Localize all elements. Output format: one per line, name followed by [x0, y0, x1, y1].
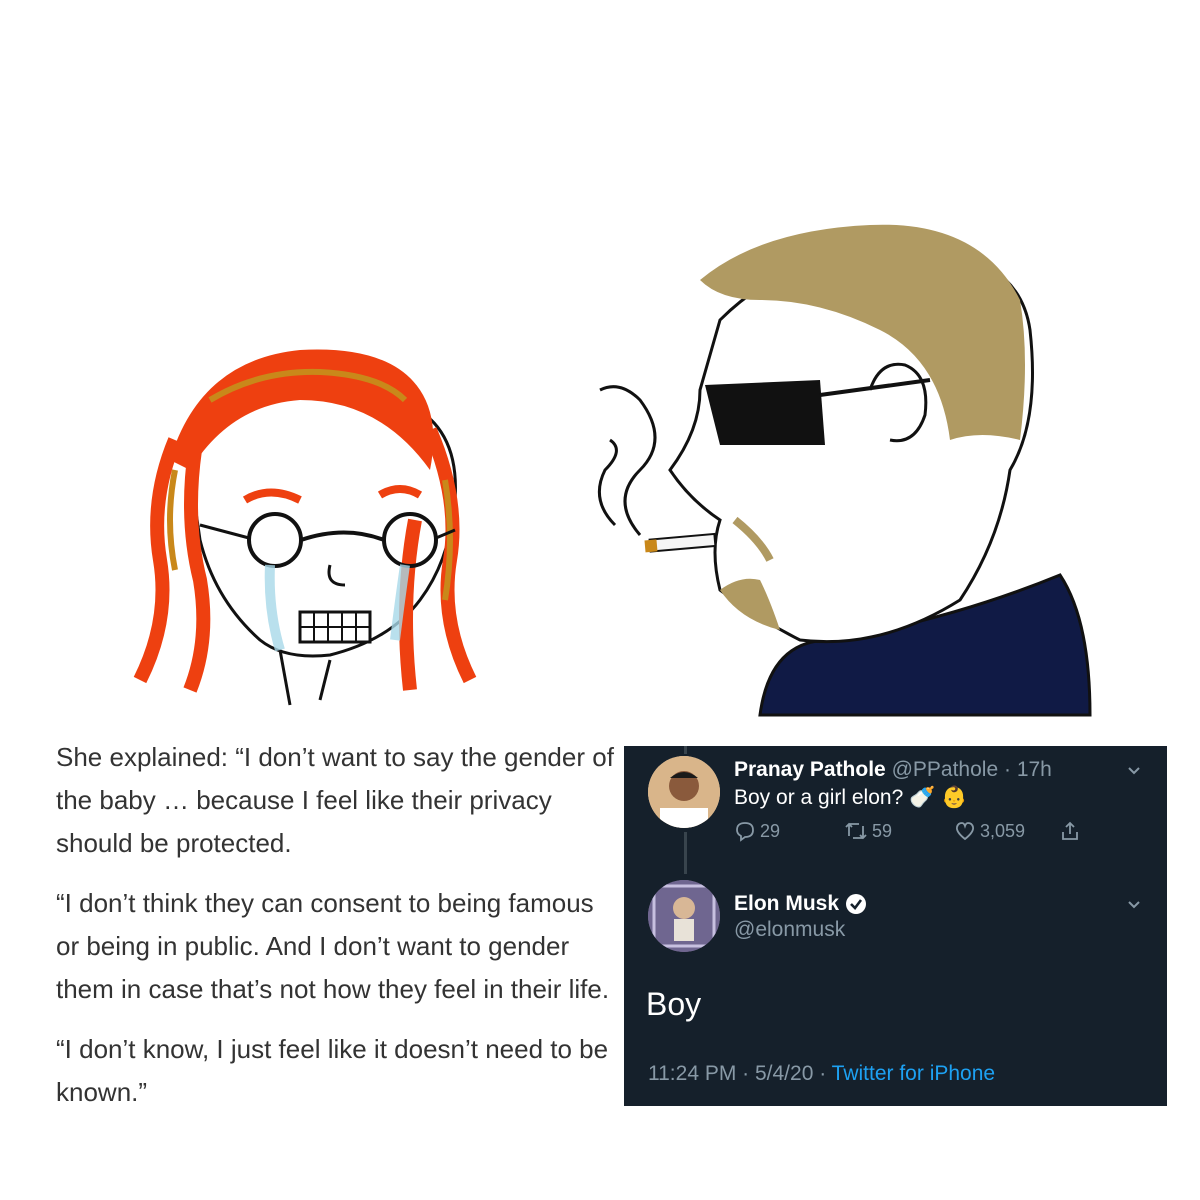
- heart-icon: [956, 822, 974, 841]
- like-button[interactable]: 3,059: [954, 820, 1025, 842]
- article-paragraph: “I don’t think they can consent to being…: [56, 888, 610, 1004]
- crying-character: [133, 349, 477, 706]
- reply-text: Boy or a girl elon? 🍼 👶: [734, 786, 967, 810]
- chevron-down-icon[interactable]: [1124, 760, 1144, 780]
- article-excerpt: She explained: “I don’t want to say the …: [56, 736, 616, 1131]
- reply-author[interactable]: Pranay Pathole @PPathole · 17h: [734, 758, 1052, 782]
- tweet-source-link[interactable]: Twitter for iPhone: [832, 1062, 995, 1085]
- avatar[interactable]: [648, 880, 720, 952]
- meme-illustration: [133, 224, 1092, 717]
- tweet-timestamp[interactable]: 11:24 PM · 5/4/20 ·: [648, 1062, 832, 1085]
- article-paragraph: She explained: “I don’t want to say the …: [56, 742, 614, 858]
- chevron-down-icon[interactable]: [1124, 894, 1144, 914]
- share-icon: [1062, 821, 1078, 840]
- retweet-icon: [845, 822, 867, 840]
- main-author-name[interactable]: Elon Musk: [734, 892, 839, 916]
- thread-line-top: [684, 746, 687, 754]
- avatar-image: [648, 880, 720, 952]
- chad-character: [597, 224, 1092, 717]
- avatar[interactable]: [648, 756, 720, 828]
- reply-button[interactable]: 29: [734, 820, 780, 842]
- retweet-count: 59: [872, 820, 893, 841]
- reply-count: 29: [760, 820, 781, 841]
- main-author-handle[interactable]: @elonmusk: [734, 918, 845, 942]
- article-paragraph: “I don’t know, I just feel like it doesn…: [56, 1034, 609, 1107]
- reply-author-name[interactable]: Pranay Pathole: [734, 758, 886, 781]
- verified-badge-icon: [846, 894, 867, 914]
- tweet-thread: Pranay Pathole @PPathole · 17h Boy or a …: [624, 746, 1167, 1106]
- tweet-meta: 11:24 PM · 5/4/20 · Twitter for iPhone: [648, 1062, 995, 1086]
- reply-icon: [736, 822, 754, 842]
- like-count: 3,059: [980, 820, 1026, 841]
- tweet-actions: 29 59 3,059: [734, 820, 1094, 848]
- avatar-image: [648, 756, 720, 828]
- reply-emoji: 🍼 👶: [909, 786, 968, 809]
- reply-author-handle[interactable]: @PPathole: [892, 758, 999, 781]
- reply-time[interactable]: 17h: [1017, 758, 1052, 781]
- main-author[interactable]: Elon Musk: [734, 892, 867, 916]
- share-button[interactable]: [1059, 820, 1081, 842]
- dot-separator: ·: [998, 758, 1017, 781]
- main-tweet-text: Boy: [646, 986, 702, 1022]
- thread-line-connector: [684, 832, 687, 874]
- reply-text-body: Boy or a girl elon?: [734, 786, 904, 809]
- retweet-button[interactable]: 59: [844, 820, 892, 842]
